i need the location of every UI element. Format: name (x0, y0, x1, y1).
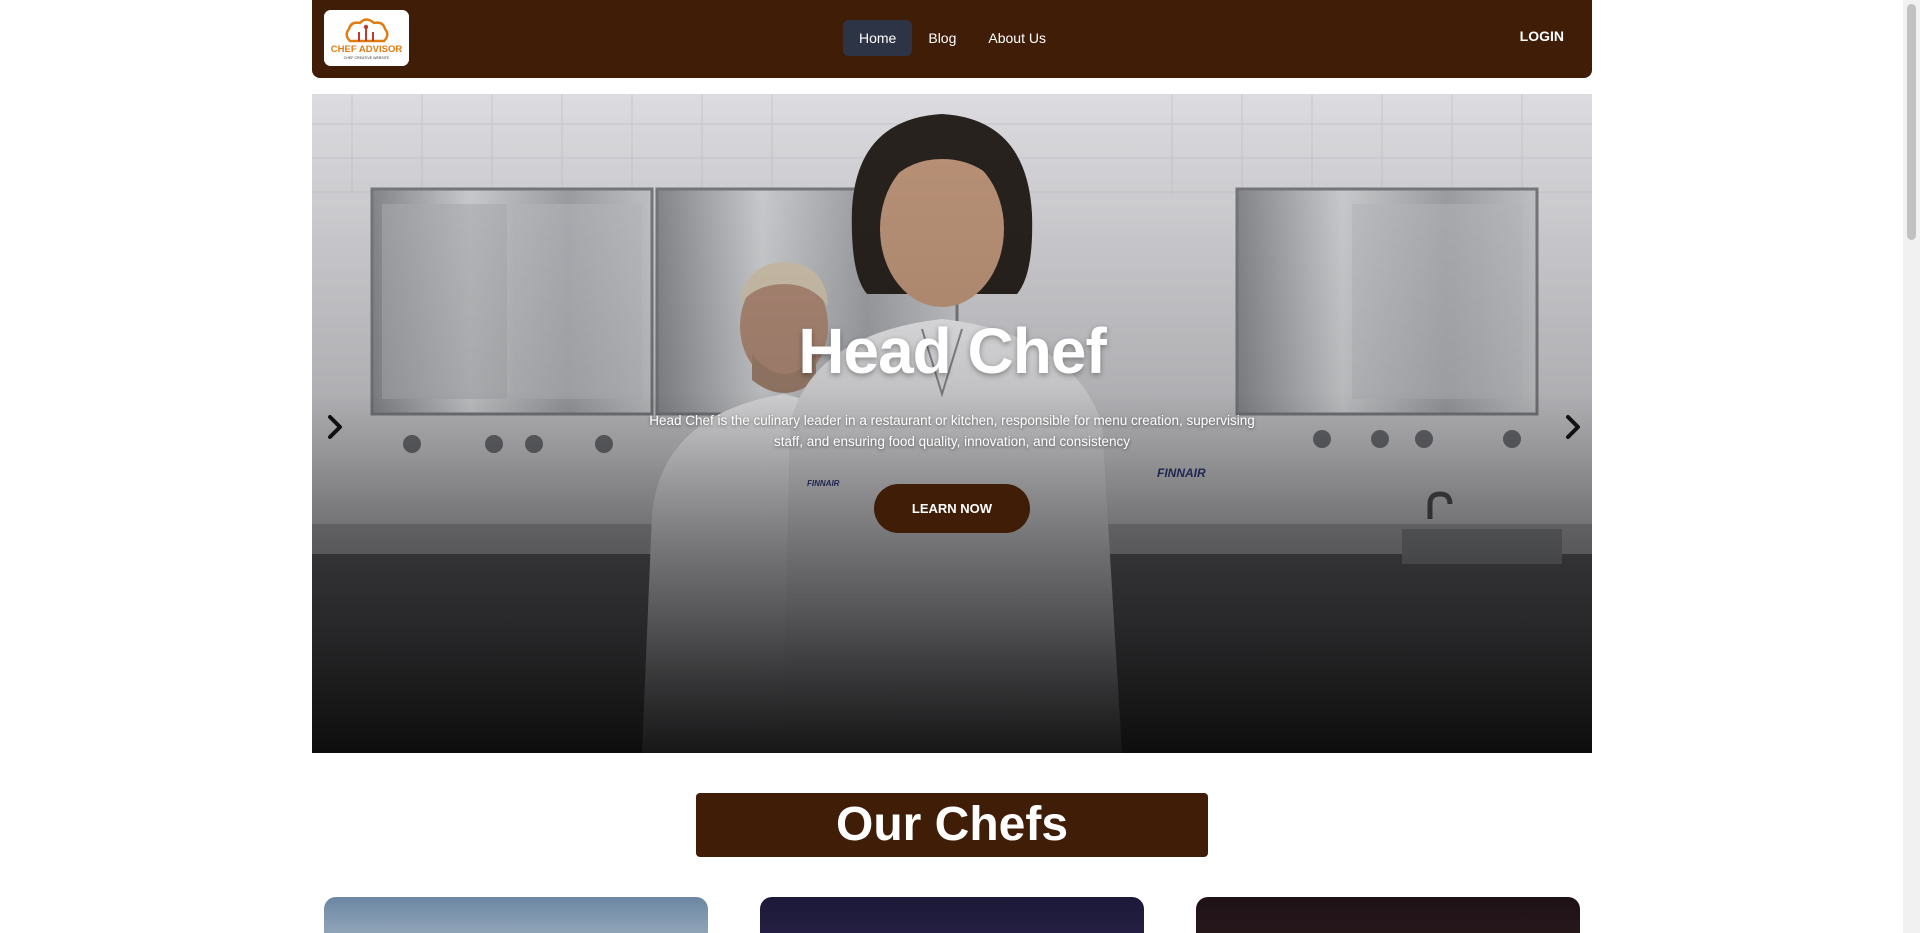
chef-hat-icon: CHEF ADVISOR CHEF CREATIVE WEBSITE (324, 10, 409, 66)
chef-card[interactable] (1196, 897, 1580, 933)
our-chefs-heading: Our Chefs (696, 793, 1208, 857)
chevron-left-icon (328, 415, 342, 439)
hero-carousel: FINNAIR FINNAIR Head Chef Head Chef is t… (312, 94, 1592, 753)
svg-text:CHEF ADVISOR: CHEF ADVISOR (331, 44, 403, 55)
carousel-prev-button[interactable] (316, 410, 350, 444)
hero-title: Head Chef (798, 315, 1107, 387)
nav-home[interactable]: Home (843, 20, 913, 56)
hero-content: Head Chef Head Chef is the culinary lead… (312, 314, 1592, 533)
scrollbar-thumb[interactable] (1907, 4, 1916, 240)
nav-blog[interactable]: Blog (912, 20, 972, 56)
chevron-right-icon (1566, 415, 1580, 439)
chef-card[interactable] (760, 897, 1144, 933)
learn-now-button[interactable]: LEARN NOW (874, 484, 1030, 533)
hero-description: Head Chef is the culinary leader in a re… (649, 413, 1255, 449)
page-scrollbar[interactable] (1903, 0, 1920, 933)
site-logo[interactable]: CHEF ADVISOR CHEF CREATIVE WEBSITE (324, 10, 409, 66)
chef-card[interactable] (324, 897, 708, 933)
carousel-next-button[interactable] (1554, 410, 1588, 444)
main-nav: Home Blog About Us (843, 20, 1062, 56)
our-chefs-title: Our Chefs (835, 798, 1069, 851)
svg-text:CHEF CREATIVE WEBSITE: CHEF CREATIVE WEBSITE (344, 56, 390, 60)
page: CHEF ADVISOR CHEF CREATIVE WEBSITE Home … (0, 0, 1920, 933)
login-button[interactable]: LOGIN (1520, 28, 1564, 44)
navbar: CHEF ADVISOR CHEF CREATIVE WEBSITE Home … (312, 0, 1592, 78)
nav-about-us[interactable]: About Us (972, 20, 1062, 56)
